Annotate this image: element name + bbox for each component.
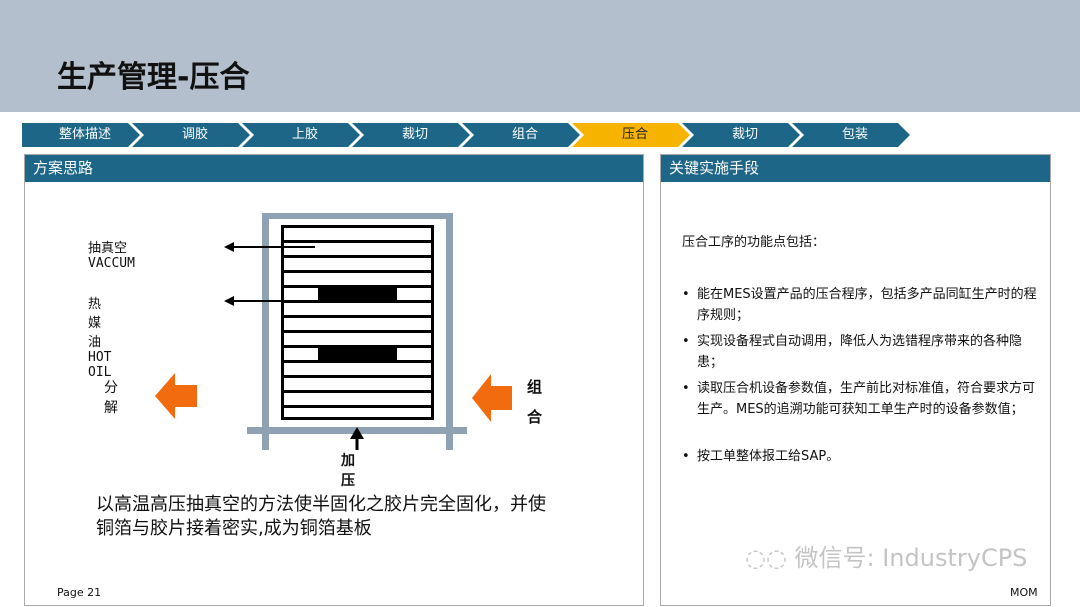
pressure-label: 加压 <box>341 453 355 489</box>
step-cutting-2[interactable]: 裁切 <box>682 123 800 147</box>
hot-oil-label: 热媒油 HOT OIL <box>88 297 112 380</box>
process-caption: 以高温高压抽真空的方法使半固化之胶片完全固化，并使 铜箔与胶片接着密实,成为铜箔基… <box>96 494 546 539</box>
hot-oil-arrow-icon <box>224 296 315 306</box>
key-measures-title: 关键实施手段 <box>661 155 1050 182</box>
key-measures-intro: 压合工序的功能点包括： <box>682 235 826 250</box>
combine-label: 组合 <box>527 378 543 426</box>
diagram-arrows <box>155 242 512 450</box>
list-item: 读取压合机设备参数值，生产前比对标准值，符合要求方可生产。MES的追溯功能可获知… <box>682 378 1037 420</box>
combine-arrow-icon <box>472 374 512 422</box>
list-item: 实现设备程式自动调用，降低人为选错程序带来的各种隐患； <box>682 331 1037 373</box>
watermark: ◌◌ 微信号: IndustryCPS <box>745 544 1028 572</box>
wechat-icon: ◌◌ <box>745 544 795 572</box>
decompose-arrow-icon <box>155 373 197 419</box>
list-item: 能在MES设置产品的压合程序，包括多产品同缸生产时的程序规则； <box>682 284 1037 326</box>
vacuum-label: 抽真空 VACCUM <box>88 241 135 271</box>
mom-label: MOM <box>1010 586 1038 599</box>
list-item: 按工单整体报工给SAP。 <box>682 446 1037 467</box>
page-number: Page 21 <box>57 586 102 599</box>
pressure-arrow-icon <box>350 427 364 450</box>
vacuum-arrow-icon <box>224 242 315 252</box>
decompose-label: 分解 <box>104 380 118 416</box>
step-packaging[interactable]: 包装 <box>792 123 910 147</box>
